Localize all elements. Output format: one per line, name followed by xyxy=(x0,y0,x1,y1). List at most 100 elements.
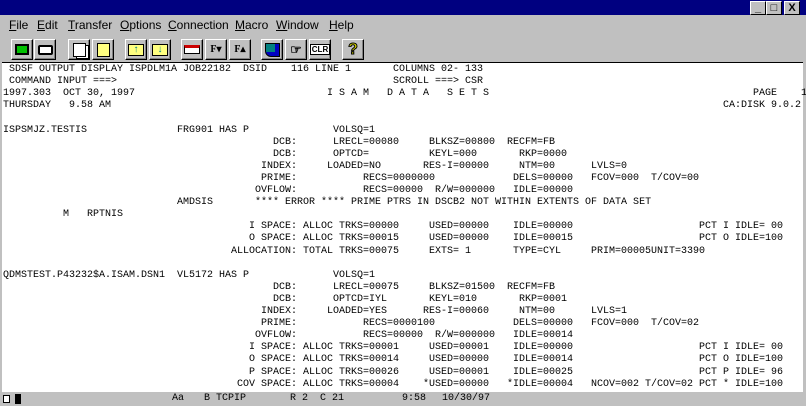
used: USED=00000 xyxy=(429,221,490,233)
close-button[interactable]: X xyxy=(784,1,800,15)
sdsf-title-line: SDSF OUTPUT DISPLAY ISPDLM1A JOB22182 DS… xyxy=(9,64,352,75)
r-w: R/W=000000 xyxy=(435,185,496,196)
minimize-button[interactable]: _ xyxy=(750,1,766,15)
volsq: VOLSQ=1 xyxy=(333,269,376,281)
ovflow-label: OVFLOW: xyxy=(254,185,297,196)
monitor-icon xyxy=(15,44,29,55)
menu-connection[interactable]: Connection xyxy=(168,18,229,32)
fcov: FCOV=000 xyxy=(591,318,640,330)
type: TYPE=CYL xyxy=(513,245,562,257)
pct-idle: PCT P IDLE= 96 xyxy=(699,366,784,378)
prime-recs: RECS=0000000 xyxy=(363,172,436,184)
idle: *IDLE=00004 xyxy=(507,378,574,390)
module-flag: M xyxy=(63,209,70,221)
report-date: 1997.303 OCT 30, 1997 xyxy=(3,88,136,100)
pct-idle: PCT I IDLE= 00 xyxy=(699,221,784,233)
ntm: NTM=00 xyxy=(519,306,556,317)
idle: IDLE=00000 xyxy=(513,221,574,233)
loaded: LOADED=NO xyxy=(327,160,382,172)
keyl: KEYL=010 xyxy=(429,293,478,305)
ntm: NTM=00 xyxy=(519,160,556,172)
i-space-label: I SPACE: xyxy=(248,221,297,233)
index-label: INDEX: xyxy=(260,306,297,317)
report-title: I S A M D A T A S E T S xyxy=(327,88,490,100)
ncov-tcov: NCOV=002 T/COV=02 xyxy=(591,378,694,390)
blksz: BLKSZ=01500 xyxy=(429,281,496,293)
send-file-button[interactable]: ↑ xyxy=(125,39,147,60)
receive-file-button[interactable]: ↓ xyxy=(149,39,171,60)
optcd: OPTCD=IYL xyxy=(333,293,388,305)
prim: PRIM=00005 xyxy=(591,245,652,257)
idle: IDLE=00025 xyxy=(513,366,574,378)
help-icon: ? xyxy=(348,40,359,58)
dels: DELS=00000 xyxy=(513,318,574,330)
menu-help[interactable]: Help xyxy=(329,18,354,32)
lvls: LVLS=1 xyxy=(591,306,628,317)
font-up-button[interactable]: F▴ xyxy=(229,39,251,60)
clear-button[interactable]: CLR xyxy=(309,39,331,60)
module-name: RPTNIS xyxy=(87,209,124,221)
help-button[interactable]: ? xyxy=(342,39,364,60)
idle: IDLE=00014 xyxy=(513,354,574,366)
product-version: CA:DISK 9.0.2 xyxy=(723,100,802,112)
dcb-label: DCB: xyxy=(272,293,297,305)
unit: UNIT=3390 xyxy=(651,245,706,257)
status-time: 9:58 xyxy=(402,393,427,404)
idle: IDLE=00000 xyxy=(513,342,574,354)
terminal-screen[interactable]: SDSF OUTPUT DISPLAY ISPDLM1A JOB22182 DS… xyxy=(2,62,806,392)
columns-indicator: COLUMNS 02- 133 xyxy=(393,64,484,75)
prime-label: PRIME: xyxy=(260,318,297,330)
menu-options[interactable]: Options xyxy=(120,18,161,32)
o-space-label: O SPACE: xyxy=(248,354,297,366)
copy-button[interactable] xyxy=(68,39,90,60)
alloc-trks: ALLOC TRKS=00004 xyxy=(303,378,400,390)
prime-recs: RECS=0000100 xyxy=(363,318,436,330)
recfm: RECFM=FB xyxy=(507,281,556,293)
clear-icon: CLR xyxy=(309,44,331,55)
t-cov: T/COV=00 xyxy=(651,172,700,184)
paste-button[interactable] xyxy=(92,39,114,60)
pointer-button[interactable]: ☞ xyxy=(285,39,307,60)
menu-transfer[interactable]: Transfer xyxy=(68,18,112,32)
paste-icon xyxy=(96,42,110,57)
dcb-label: DCB: xyxy=(272,148,297,160)
info-button[interactable] xyxy=(261,39,283,60)
error-module: AMDSIS xyxy=(177,197,214,209)
volsq: VOLSQ=1 xyxy=(333,124,376,136)
o-space-label: O SPACE: xyxy=(248,233,297,245)
ovflow-recs: RECS=00000 xyxy=(363,185,424,196)
blksz: BLKSZ=00800 xyxy=(429,136,496,148)
maximize-button[interactable]: □ xyxy=(766,1,782,15)
used: USED=00000 xyxy=(429,233,490,245)
dataset-name: ISPSMJZ.TESTIS xyxy=(3,124,88,136)
r-w: R/W=000000 xyxy=(435,330,496,342)
allocation-label: ALLOCATION: xyxy=(230,245,297,257)
pct-idle: PCT O IDLE=100 xyxy=(699,233,784,245)
prime-label: PRIME: xyxy=(260,172,297,184)
alloc-trks: ALLOC TRKS=00015 xyxy=(303,233,400,245)
display-session-button[interactable] xyxy=(11,39,33,60)
p-space-label: P SPACE: xyxy=(248,366,297,378)
ovflow-idle: IDLE=00014 xyxy=(513,330,574,342)
alloc-trks: ALLOC TRKS=00000 xyxy=(303,221,400,233)
print-button[interactable] xyxy=(34,39,56,60)
font-down-button[interactable]: F▾ xyxy=(205,39,227,60)
loaded: LOADED=YES xyxy=(327,306,388,317)
lvls: LVLS=0 xyxy=(591,160,628,172)
dataset-volume: VL5172 HAS P xyxy=(177,269,250,281)
error-message: **** ERROR **** PRIME PTRS IN DSCB2 NOT … xyxy=(255,197,652,209)
exts: EXTS= 1 xyxy=(429,245,472,257)
report-day-time: THURSDAY 9.58 AM xyxy=(3,100,112,112)
title-bar: _ □ X xyxy=(0,0,806,15)
res-i: RES-I=00000 xyxy=(423,160,490,172)
command-input-label[interactable]: COMMAND INPUT ===> xyxy=(9,76,117,88)
ovflow-recs: RECS=00000 xyxy=(363,330,424,342)
menu-window[interactable]: Window xyxy=(276,18,319,32)
dataset-name: QDMSTEST.P43232$A.ISAM.DSN1 xyxy=(3,269,166,281)
lrecl: LRECL=00080 xyxy=(333,136,400,148)
menu-file[interactable]: File xyxy=(9,18,28,32)
menu-macro[interactable]: Macro xyxy=(235,18,268,32)
idle: IDLE=00015 xyxy=(513,233,574,245)
menu-edit[interactable]: Edit xyxy=(37,18,58,32)
keyboard-map-button[interactable] xyxy=(181,39,203,60)
